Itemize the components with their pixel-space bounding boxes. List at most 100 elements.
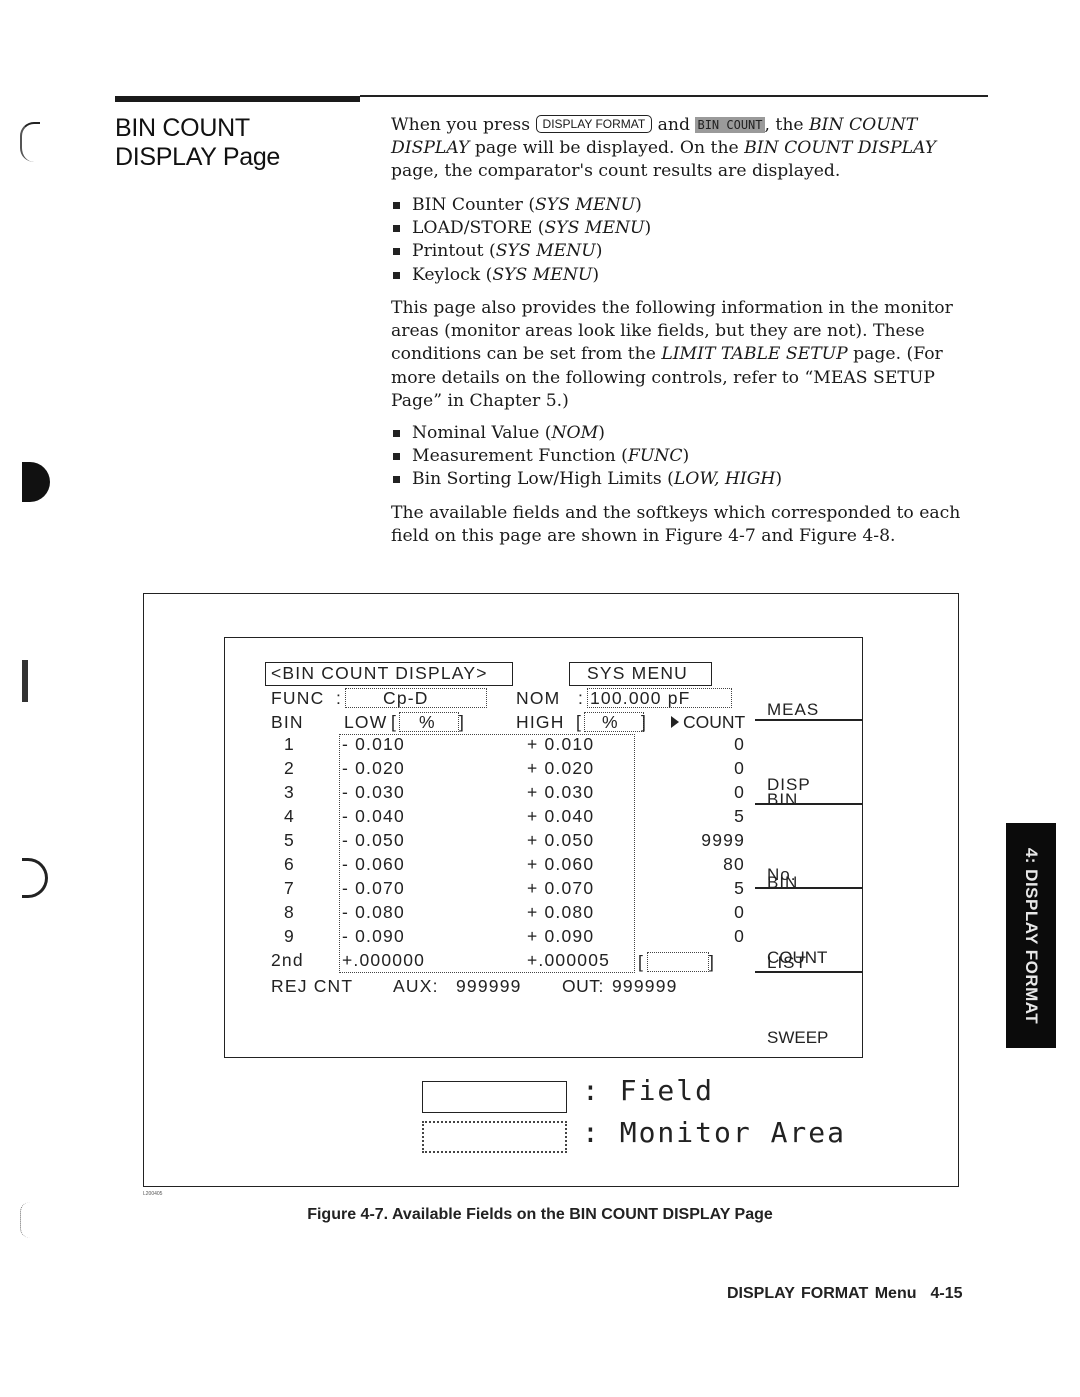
bin-number: 2 (284, 758, 295, 778)
func-value: Cp-D (383, 688, 429, 708)
high-limit: + 0.070 (527, 878, 595, 898)
page-number: 4-15 (930, 1285, 963, 1302)
monitor-bullet-list: Nominal Value (NOM) Measurement Function… (391, 422, 782, 492)
low-header: LOW (344, 712, 388, 732)
bin-count: 0 (734, 782, 745, 802)
bin-count: 0 (734, 734, 745, 754)
header-rule-thin (360, 95, 988, 97)
list-item: Measurement Function (FUNC) (391, 445, 782, 468)
legend-monitor-swatch (422, 1121, 567, 1153)
bullet-square-icon (393, 202, 400, 209)
2nd-monitor-box (647, 952, 709, 972)
softkey-panel: MEAS DISP BIN No. BIN COUNT LIST SWEEP (755, 637, 863, 1058)
bullet-abbr: NOM (551, 423, 599, 443)
high-bracket-open: [ (576, 712, 583, 732)
bullet-label: Measurement Function (412, 446, 616, 467)
bullet-menu: SYS MENU (535, 195, 636, 215)
bin-number: 1 (284, 734, 295, 754)
section-title-line2: DISPLAY Page (115, 143, 281, 171)
low-limit: - 0.040 (342, 806, 405, 826)
bullet-abbr: LOW, HIGH (673, 469, 776, 490)
high-limit: + 0.090 (527, 926, 595, 946)
bin-header: BIN (271, 712, 304, 732)
list-item: Printout (SYS MENU) (391, 240, 651, 263)
legend-field-label: : Field (582, 1074, 715, 1107)
bin-number: 2nd (271, 950, 304, 970)
bin-number: 6 (284, 854, 295, 874)
sys-menu-field[interactable]: SYS MENU (587, 661, 688, 685)
scan-artifact (20, 122, 40, 162)
softkey-line: BIN (767, 873, 799, 892)
high-header: HIGH (516, 712, 565, 732)
high-bracket-close: ] (641, 712, 648, 732)
bullet-menu: SYS MENU (544, 218, 645, 239)
low-limit: +.000000 (342, 950, 426, 970)
page-name-ref: LIMIT TABLE SETUP (661, 344, 848, 365)
legend-monitor-label: : Monitor Area (582, 1116, 847, 1149)
high-limit: + 0.080 (527, 902, 595, 922)
aux-label: AUX: (393, 976, 439, 996)
bullet-label: Bin Sorting Low/High Limits (412, 469, 662, 490)
high-limit: + 0.030 (527, 782, 595, 802)
scan-artifact (22, 858, 48, 898)
low-limit: - 0.070 (342, 878, 405, 898)
softkey-line: MEAS (767, 700, 820, 719)
2nd-bracket-close: ] (709, 952, 716, 972)
low-limit: - 0.020 (342, 758, 405, 778)
chapter-thumb-tab: 4: DISPLAY FORMAT (1006, 823, 1056, 1048)
bullet-label: Keylock (412, 264, 481, 285)
section-title: BIN COUNT DISPLAY Page (115, 114, 280, 172)
bullet-label: Nominal Value (412, 423, 540, 443)
footer-chapter: DISPLAY FORMAT Menu (727, 1285, 917, 1302)
bullet-square-icon (393, 430, 400, 437)
page-title-field[interactable]: <BIN COUNT DISPLAY> (271, 661, 488, 685)
intro-text: , the (764, 115, 810, 135)
bin-number: 7 (284, 878, 295, 898)
list-item: Bin Sorting Low/High Limits (LOW, HIGH) (391, 468, 782, 491)
2nd-bracket-open: [ (638, 952, 645, 972)
rej-cnt-label: REJ CNT (271, 976, 354, 996)
bin-count: 5 (734, 806, 745, 826)
high-unit: % (602, 712, 619, 732)
bin-count-softkey[interactable]: BIN COUNT (695, 117, 765, 133)
bullet-square-icon (393, 271, 400, 279)
softkey-line: LIST (767, 953, 807, 972)
bin-count: 0 (734, 926, 745, 946)
field-bullet-list: BIN Counter (SYS MENU) LOAD/STORE (SYS M… (391, 194, 651, 287)
page-name-ref: BIN COUNT DISPLAY (744, 138, 937, 159)
high-limit: + 0.040 (527, 806, 595, 826)
low-limit: - 0.050 (342, 830, 405, 850)
legend-field-swatch (422, 1081, 567, 1113)
low-bracket-close: ] (459, 712, 466, 732)
nom-label: NOM (516, 688, 561, 708)
bin-number: 4 (284, 806, 295, 826)
intro-text: page, the comparator's count results are… (391, 161, 841, 182)
low-limit: - 0.030 (342, 782, 405, 802)
bullet-square-icon (393, 248, 400, 256)
page-footer: DISPLAY FORMAT Menu 4-15 (727, 1285, 963, 1303)
bin-count: 9999 (701, 830, 745, 850)
intro-text: page will be displayed. On the (469, 138, 745, 159)
list-item: Keylock (SYS MENU) (391, 264, 651, 287)
binder-hole-mark (22, 462, 50, 502)
monitor-paragraph: This page also provides the following in… (391, 297, 989, 413)
bullet-label: LOAD/STORE (412, 218, 533, 239)
list-item: BIN Counter (SYS MENU) (391, 194, 651, 217)
aux-value: 999999 (456, 976, 522, 996)
bullet-label: Printout (412, 241, 484, 262)
bin-number: 8 (284, 902, 295, 922)
softkey-blank[interactable] (767, 982, 857, 1042)
high-limit: + 0.060 (527, 854, 595, 874)
low-unit: % (419, 712, 436, 732)
nom-colon: : (578, 688, 585, 708)
figure-id: L200405 (143, 1191, 163, 1197)
bullet-square-icon (393, 225, 400, 233)
bullet-menu: SYS MENU (495, 241, 596, 262)
count-arrow-icon (671, 716, 679, 728)
bin-count: 5 (734, 878, 745, 898)
count-header: COUNT (683, 712, 746, 732)
bullet-menu: SYS MENU (492, 264, 593, 285)
display-format-key[interactable]: DISPLAY FORMAT (535, 115, 653, 133)
bin-count: 0 (734, 758, 745, 778)
figure-reference-paragraph: The available fields and the softkeys wh… (391, 503, 961, 547)
